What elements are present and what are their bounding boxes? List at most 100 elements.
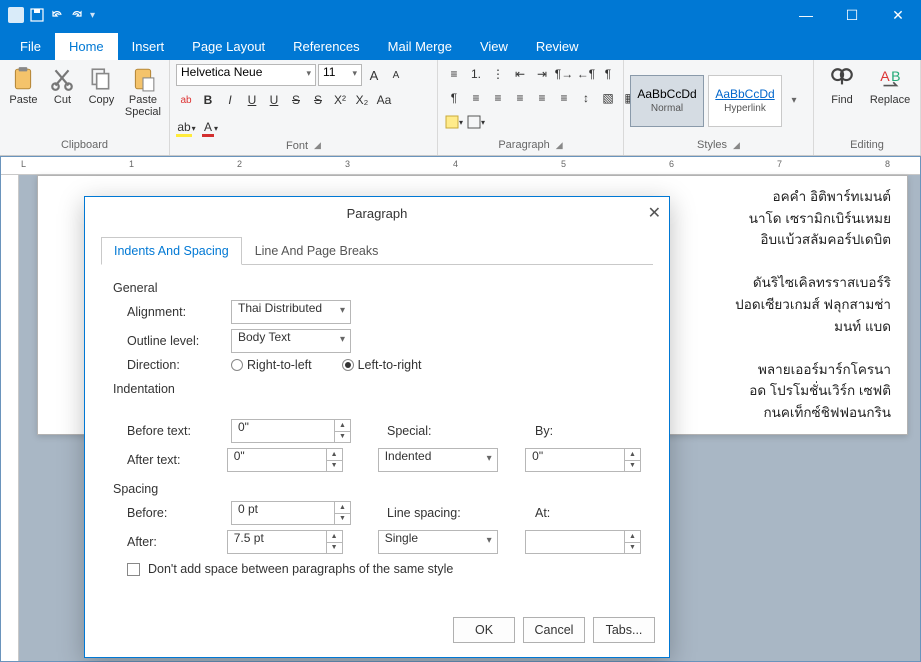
ribbon: Paste Cut Copy Paste Special Clipboard H… [0,60,921,156]
line-spacing-select[interactable]: Single [378,530,498,554]
font-btn-7[interactable]: X₂ [352,90,372,110]
menu-tab-mail-merge[interactable]: Mail Merge [374,33,466,60]
undo-icon[interactable] [50,8,64,22]
font-name-select[interactable]: Helvetica Neue [176,64,316,86]
menu-tab-page-layout[interactable]: Page Layout [178,33,279,60]
rtl-button[interactable]: ←¶ [576,64,596,84]
pilcrow-button[interactable]: ¶ [444,88,464,108]
special-label2: Special: [387,424,459,438]
cut-button[interactable]: Cut [45,64,80,108]
vertical-ruler[interactable] [1,175,19,661]
paste-special-button[interactable]: Paste Special [123,64,163,120]
menu-tab-review[interactable]: Review [522,33,593,60]
maximize-button[interactable]: ☐ [829,0,875,30]
menu-tab-file[interactable]: File [6,33,55,60]
font-btn-6[interactable]: X² [330,90,350,110]
qat-customize-icon[interactable]: ▾ [90,10,95,21]
alignment-label: Alignment: [127,305,223,319]
special-indent-select[interactable]: Indented [378,448,498,472]
find-button[interactable]: Find [820,64,864,108]
no-space-label: Don't add space between paragraphs of th… [148,562,453,576]
at-input[interactable]: ▲▼ [525,530,641,554]
styles-launcher-icon[interactable]: ◢ [733,140,740,151]
dialog-tab-indents-and-spacing[interactable]: Indents And Spacing [101,237,242,265]
horizontal-ruler[interactable]: L12345678 [1,157,920,175]
spacing-before-input[interactable]: 0 pt▲▼ [231,501,351,525]
spacing-after-input[interactable]: 7.5 pt▲▼ [227,530,343,554]
highlight-button[interactable]: ab▾ [176,118,196,138]
dialog-tab-line-and-page-breaks[interactable]: Line And Page Breaks [242,237,392,265]
grow-font-button[interactable]: A [364,65,384,85]
line-spacing-label: Line spacing: [387,506,479,520]
font-launcher-icon[interactable]: ◢ [314,140,321,151]
cancel-button: Cancel [523,617,585,643]
indent-before-input[interactable]: 0"▲▼ [231,419,351,443]
indentation-heading: Indentation [113,382,641,396]
font-size-select[interactable]: 11 [318,64,362,86]
copy-button[interactable]: Copy [84,64,119,108]
align-dist-button[interactable]: ≡ [554,88,574,108]
align-justify-button[interactable]: ≡ [532,88,552,108]
styles-expand-icon[interactable]: ▾ [786,95,802,106]
align-right-button[interactable]: ≡ [510,88,530,108]
font-btn-5[interactable]: S [308,90,328,110]
replace-button[interactable]: AB Replace [868,64,912,108]
clear-format-button[interactable]: ab [176,90,196,110]
dialog-title: Paragraph [347,206,408,221]
pilcrow-show-button[interactable]: ¶ [598,64,618,84]
no-space-checkbox[interactable] [127,563,140,576]
list-number-button[interactable]: 1. [466,64,486,84]
redo-icon[interactable] [70,8,84,22]
paste-button[interactable]: Paste [6,64,41,108]
shading-button[interactable]: ▧ [598,88,618,108]
styles-group-label: Styles [697,139,727,151]
font-btn-2[interactable]: U [242,90,262,110]
indent-button[interactable]: ⇥ [532,64,552,84]
by-input[interactable]: 0"▲▼ [525,448,641,472]
style-normal[interactable]: AaBbCcDdNormal [630,75,704,127]
app-icon [8,7,24,23]
ok-button[interactable]: OK [453,617,515,643]
font-btn-1[interactable]: I [220,90,240,110]
menu-tab-insert[interactable]: Insert [118,33,179,60]
font-color-button[interactable]: A▾ [200,118,220,138]
outline-level-label: Outline level: [127,334,223,348]
general-heading: General [113,281,641,295]
menu-tab-view[interactable]: View [466,33,522,60]
list-multilevel-button[interactable]: ⋮ [488,64,508,84]
line-spacing-button[interactable]: ↕ [576,88,596,108]
dialog-close-button[interactable]: ✕ [648,203,661,223]
outdent-button[interactable]: ⇤ [510,64,530,84]
shrink-font-button[interactable]: A [386,65,406,85]
spacing-after-label: After: [127,535,219,549]
shading-button[interactable]: ▾ [444,112,464,132]
at-label: At: [535,506,550,520]
outline-level-select[interactable]: Body Text [231,329,351,353]
direction-ltr-radio[interactable]: Left-to-right [342,358,422,372]
menu-tabs: FileHomeInsertPage LayoutReferencesMail … [0,30,921,60]
minimize-button[interactable]: — [783,0,829,30]
title-bar: ▾ — ☐ ✕ [0,0,921,30]
list-bullet-button[interactable]: ≡ [444,64,464,84]
close-button[interactable]: ✕ [875,0,921,30]
style-hyperlink[interactable]: AaBbCcDdHyperlink [708,75,782,127]
menu-tab-home[interactable]: Home [55,33,118,60]
ltr-button[interactable]: ¶→ [554,64,574,84]
font-btn-8[interactable]: Aa [374,90,394,110]
menu-tab-references[interactable]: References [279,33,373,60]
direction-rtl-radio[interactable]: Right-to-left [231,358,312,372]
paragraph-launcher-icon[interactable]: ◢ [556,140,563,151]
save-icon[interactable] [30,8,44,22]
paragraph-group-label: Paragraph [498,139,549,151]
indent-after-input[interactable]: 0"▲▼ [227,448,343,472]
font-btn-3[interactable]: U [264,90,284,110]
spacing-before-label: Before: [127,506,223,520]
align-center-button[interactable]: ≡ [488,88,508,108]
tabs-button[interactable]: Tabs... [593,617,655,643]
align-left-button[interactable]: ≡ [466,88,486,108]
font-btn-4[interactable]: S [286,90,306,110]
borders-button[interactable]: ▾ [466,112,486,132]
clipboard-group-label: Clipboard [6,137,163,153]
font-btn-0[interactable]: B [198,90,218,110]
alignment-select[interactable]: Thai Distributed [231,300,351,324]
